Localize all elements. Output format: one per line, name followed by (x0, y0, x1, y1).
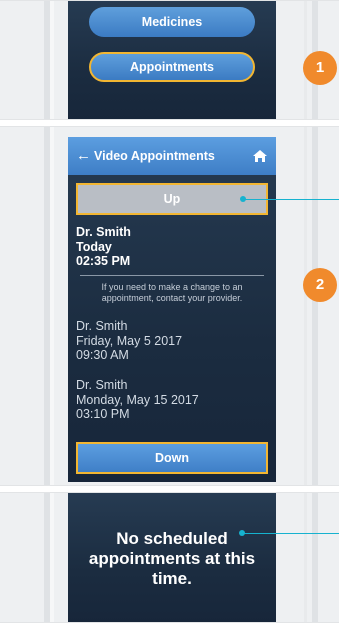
phone-screen-main-menu: Medicines Appointments (68, 1, 276, 119)
phone-screen-no-appointments: No scheduled appointments at this time. (68, 493, 276, 622)
step-badge-1: 1 (303, 51, 337, 85)
arrow-left-icon[interactable]: ← (76, 147, 91, 165)
empty-state-message: No scheduled appointments at this time. (88, 529, 256, 588)
appointment-item[interactable]: Dr. Smith Friday, May 5 2017 09:30 AM (76, 319, 182, 362)
appointment-doctor: Dr. Smith (76, 378, 128, 392)
appointments-button[interactable]: Appointments (89, 52, 255, 82)
panel-no-appointments: No scheduled appointments at this time. (0, 492, 339, 623)
appointment-date: Friday, May 5 2017 (76, 334, 183, 348)
appointment-time: 03:10 PM (76, 407, 130, 421)
step-badge-2: 2 (303, 268, 337, 302)
medicines-button[interactable]: Medicines (89, 7, 255, 37)
panel-video-appointments: ← Video Appointments Up Dr. Smith Today … (0, 126, 339, 486)
scroll-down-button[interactable]: Down (76, 442, 268, 474)
appointment-time: 09:30 AM (76, 348, 129, 362)
appointment-time: 02:35 PM (76, 254, 131, 268)
appointment-item[interactable]: Dr. Smith Today 02:35 PM (76, 225, 131, 268)
callout-leader-line (242, 533, 339, 534)
page-title: Video Appointments (94, 149, 215, 163)
appointment-date: Monday, May 15 2017 (76, 393, 199, 407)
app-header: ← Video Appointments (68, 137, 276, 175)
appointment-doctor: Dr. Smith (76, 319, 128, 333)
appointment-doctor: Dr. Smith (76, 225, 131, 239)
divider (80, 275, 264, 276)
panel-main-menu: Medicines Appointments 1 (0, 0, 339, 120)
appointment-change-note: If you need to make a change to an appoi… (101, 282, 243, 303)
callout-leader-line (243, 199, 339, 200)
appointment-date: Today (76, 240, 112, 254)
phone-screen-video-appointments: ← Video Appointments Up Dr. Smith Today … (68, 137, 276, 482)
appointment-item[interactable]: Dr. Smith Monday, May 15 2017 03:10 PM (76, 378, 199, 421)
home-icon[interactable] (252, 148, 268, 164)
